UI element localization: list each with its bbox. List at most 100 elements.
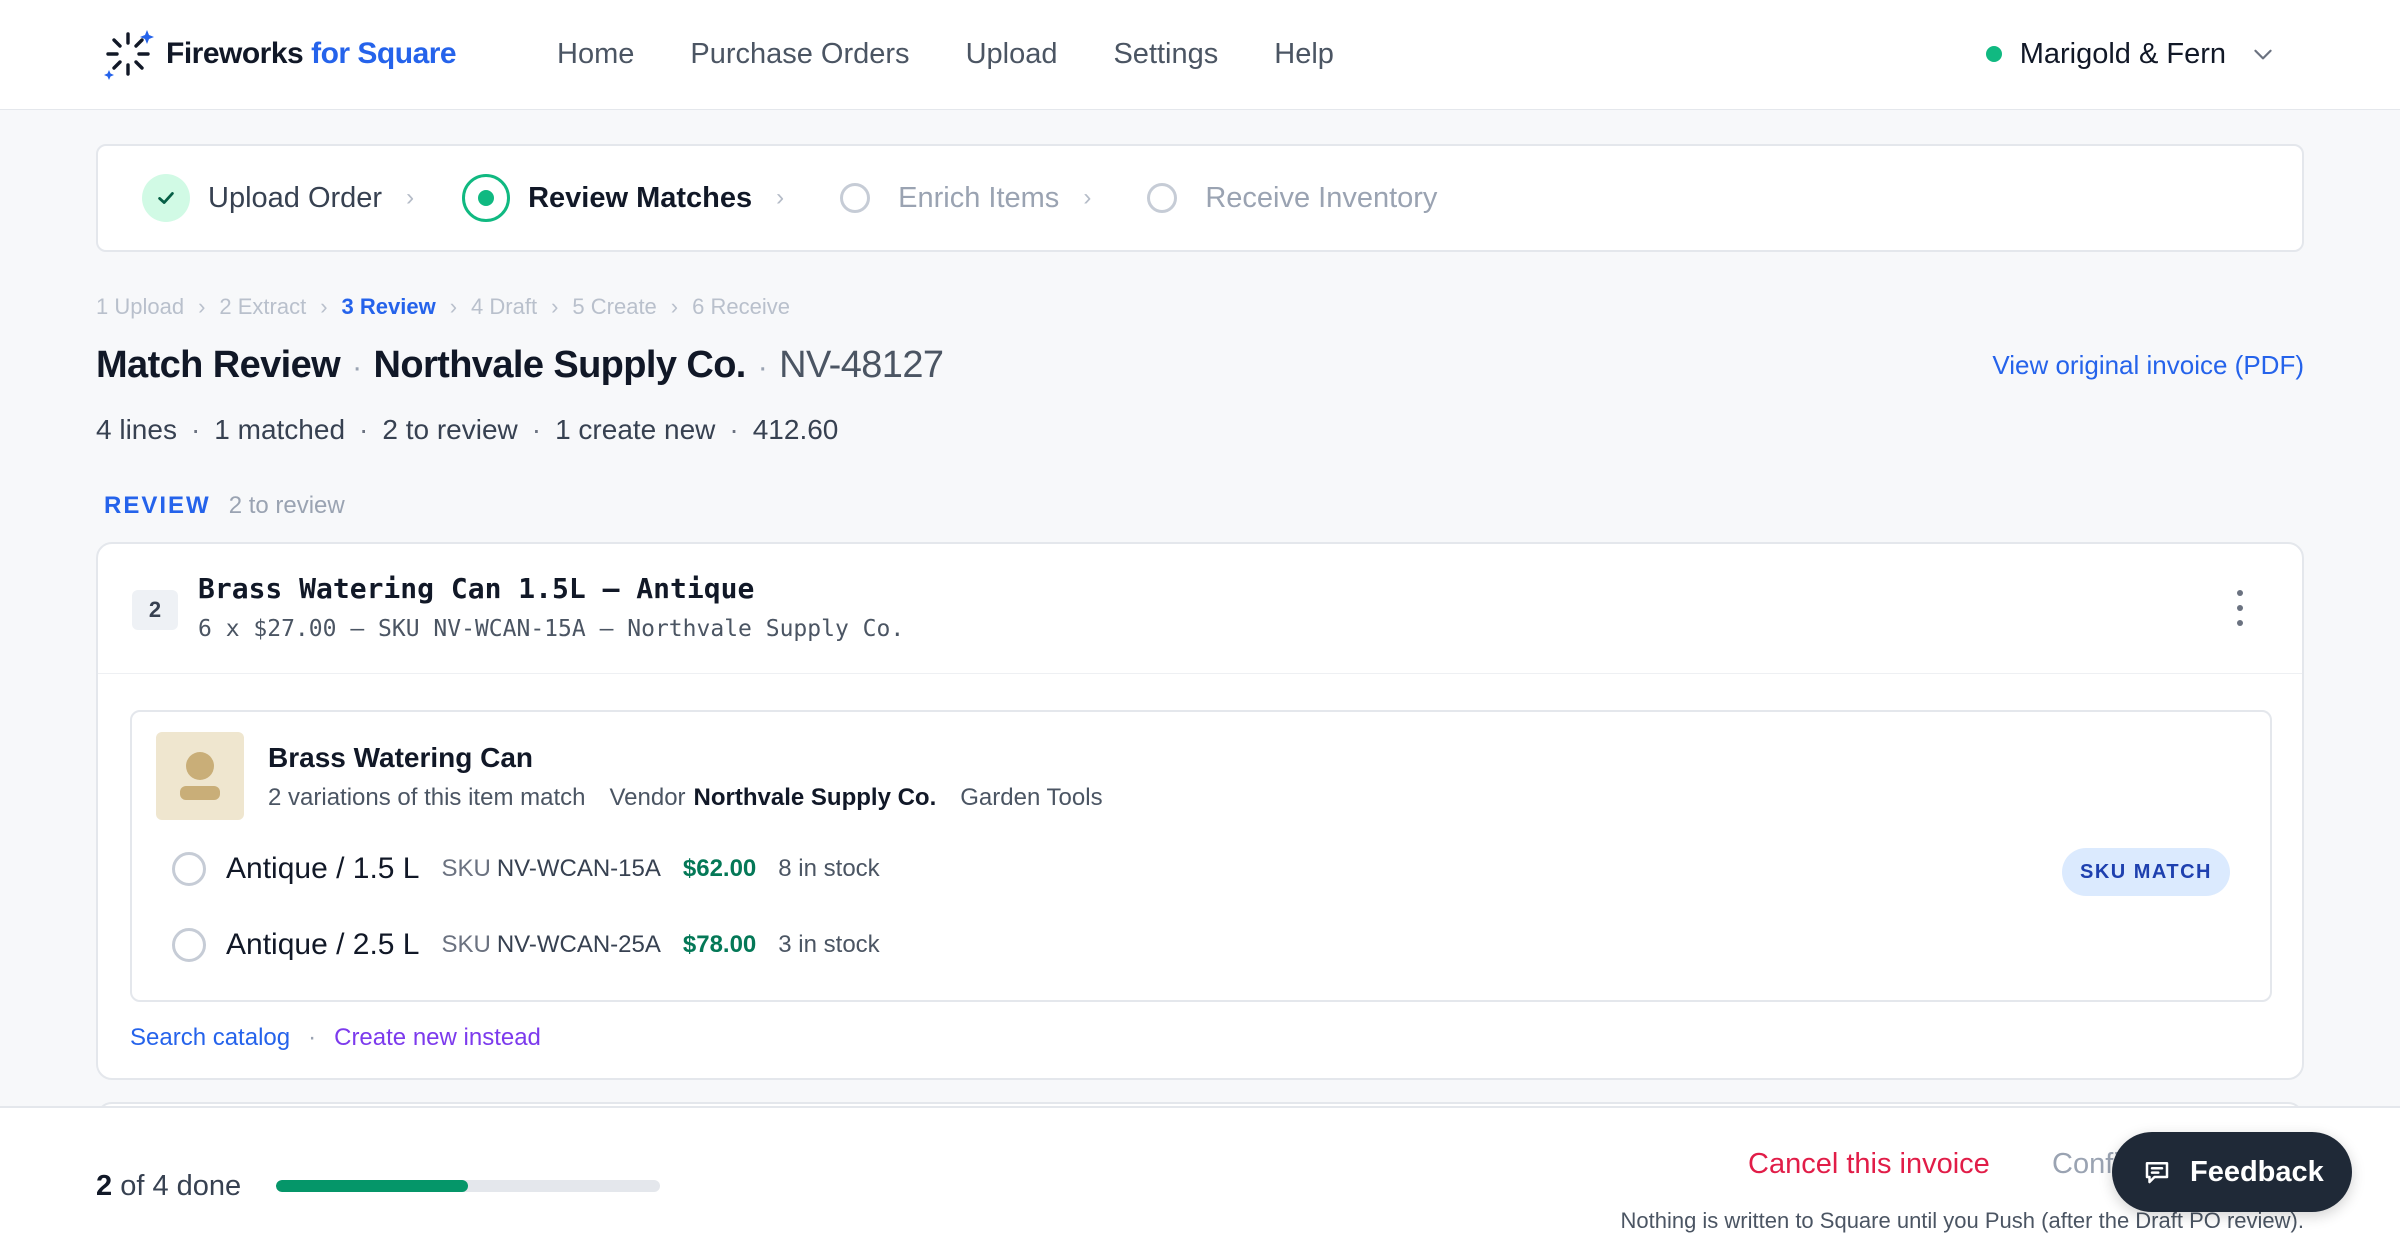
progress-done-count: 2 [96,1170,113,1202]
cancel-invoice-button[interactable]: Cancel this invoice [1748,1148,1990,1181]
active-step-icon [462,174,511,222]
nav-home[interactable]: Home [557,30,634,78]
top-navbar: Fireworks for Square Home Purchase Order… [0,0,2400,110]
sku-match-badge: SKU MATCH [2061,848,2230,896]
feedback-button[interactable]: Feedback [2112,1132,2352,1212]
summary-dot: · [729,414,739,445]
line-item-actions: Search catalog · Create new instead [130,1024,541,1052]
match-candidate: Brass Watering Can 2 variations of this … [130,710,2272,1002]
variation-stock: 3 in stock [778,931,880,958]
sku-value: NV-WCAN-25A [496,931,661,958]
section-header-review: REVIEW 2 to review [104,492,345,520]
variation-sku: SKU NV-WCAN-25A [441,931,660,959]
variation-name: Antique / 2.5 L [226,928,420,961]
step-label: Review Matches [528,181,753,214]
view-invoice-pdf-link[interactable]: View original invoice (PDF) [1992,350,2304,381]
main-nav: Home Purchase Orders Upload Settings Hel… [557,30,1390,78]
brand-logo[interactable]: Fireworks for Square [100,26,457,82]
summary-dot: · [190,414,201,445]
summary-total: 412.60 [752,414,839,445]
sku-value: NV-WCAN-15A [496,855,661,882]
variation-radio[interactable] [172,852,206,886]
breadcrumb-separator: › [198,294,206,319]
line-item-name: Brass Watering Can 1.5L – Antique [198,572,755,605]
brand-name-part1: Fireworks [166,37,304,70]
account-menu[interactable]: Marigold & Fern [1985,30,2276,78]
breadcrumb-separator: › [670,294,679,319]
nav-upload[interactable]: Upload [966,30,1058,78]
placeholder-person-icon [186,752,214,780]
product-vendor: Northvale Supply Co. [693,784,937,811]
create-new-link[interactable]: Create new instead [334,1024,541,1052]
breadcrumb-item[interactable]: 4 Draft [471,294,537,320]
nav-help[interactable]: Help [1274,30,1334,78]
variation-option[interactable]: Antique / 1.5 L SKU NV-WCAN-15A $62.00 8 … [172,852,880,886]
section-label: REVIEW [104,492,211,519]
step-enrich-items[interactable]: Enrich Items › [832,182,1091,215]
pending-step-icon [1147,183,1178,213]
search-catalog-link[interactable]: Search catalog [130,1024,290,1052]
summary-dot: · [359,414,369,445]
confirm-button[interactable]: Confi [2052,1148,2120,1181]
breadcrumb-item[interactable]: 6 Receive [692,294,790,320]
variation-sku: SKU NV-WCAN-15A [441,855,660,883]
chevron-down-icon [2254,49,2272,60]
step-review-matches[interactable]: Review Matches › [462,174,784,222]
nav-purchase-orders[interactable]: Purchase Orders [690,30,909,78]
brand-name: Fireworks for Square [166,37,457,71]
progress-bar [276,1180,660,1192]
step-label: Enrich Items [898,181,1060,214]
title-separator: · [352,351,362,384]
check-icon [142,174,190,222]
breadcrumb-separator: › [551,294,559,319]
line-item-card: 2 Brass Watering Can 1.5L – Antique 6 x … [96,542,2304,1080]
section-count: 2 to review [228,492,345,519]
chevron-right-icon: › [406,184,415,211]
variation-option[interactable]: Antique / 2.5 L SKU NV-WCAN-25A $78.00 3 … [172,928,880,962]
actions-separator: · [308,1024,317,1051]
chat-icon [2145,1162,2169,1184]
brand-name-part2: for Square [311,37,457,70]
line-item-meta: 6 x $27.00 – SKU NV-WCAN-15A – Northvale… [198,616,905,642]
chevron-right-icon: › [776,184,785,211]
product-details: 2 variations of this item match Vendor N… [268,784,1103,812]
sku-label: SKU [441,855,491,882]
page-title: Match Review · Northvale Supply Co. · NV… [96,344,944,387]
progress-bar-fill [276,1180,468,1192]
variation-price: $78.00 [682,931,757,958]
step-label: Receive Inventory [1205,181,1438,214]
variations-count: 2 variations of this item match [268,784,586,811]
line-number-badge: 2 [132,590,178,630]
invoice-summary: 4 lines · 1 matched · 2 to review · 1 creat… [96,414,838,446]
variation-stock: 8 in stock [778,855,880,882]
variation-name: Antique / 1.5 L [226,852,420,885]
progress-stepper: Upload Order › Review Matches › Enrich I… [96,144,2304,252]
breadcrumb-item[interactable]: 2 Extract [219,294,306,320]
status-dot [1985,46,2002,62]
variation-radio[interactable] [172,928,206,962]
fireworks-logo-icon [104,30,154,80]
breadcrumb-separator: › [449,294,458,319]
breadcrumb-item-current: 3 Review [341,294,436,319]
feedback-label: Feedback [2190,1155,2324,1188]
vendor-name: Northvale Supply Co. [373,344,747,386]
step-upload-order[interactable]: Upload Order › [142,174,414,222]
summary-matched: 1 matched [214,414,346,445]
vendor-label: Vendor [609,784,686,811]
page-title-text: Match Review [96,344,341,386]
breadcrumb-separator: › [320,294,328,319]
progress-text: 2 of 4 done [96,1170,241,1203]
step-receive-inventory[interactable]: Receive Inventory [1139,182,1437,215]
variation-price: $62.00 [682,855,757,882]
chevron-right-icon: › [1083,184,1092,211]
progress-label: of 4 done [120,1170,242,1202]
breadcrumb-item[interactable]: 1 Upload [96,294,184,320]
more-options-icon[interactable] [2234,590,2246,626]
product-category: Garden Tools [960,784,1103,811]
nav-settings[interactable]: Settings [1113,30,1218,78]
step-label: Upload Order [208,181,383,214]
summary-dot: · [531,414,542,445]
summary-create-new: 1 create new [555,414,716,445]
pending-step-icon [840,183,871,213]
breadcrumb-item[interactable]: 5 Create [572,294,656,320]
